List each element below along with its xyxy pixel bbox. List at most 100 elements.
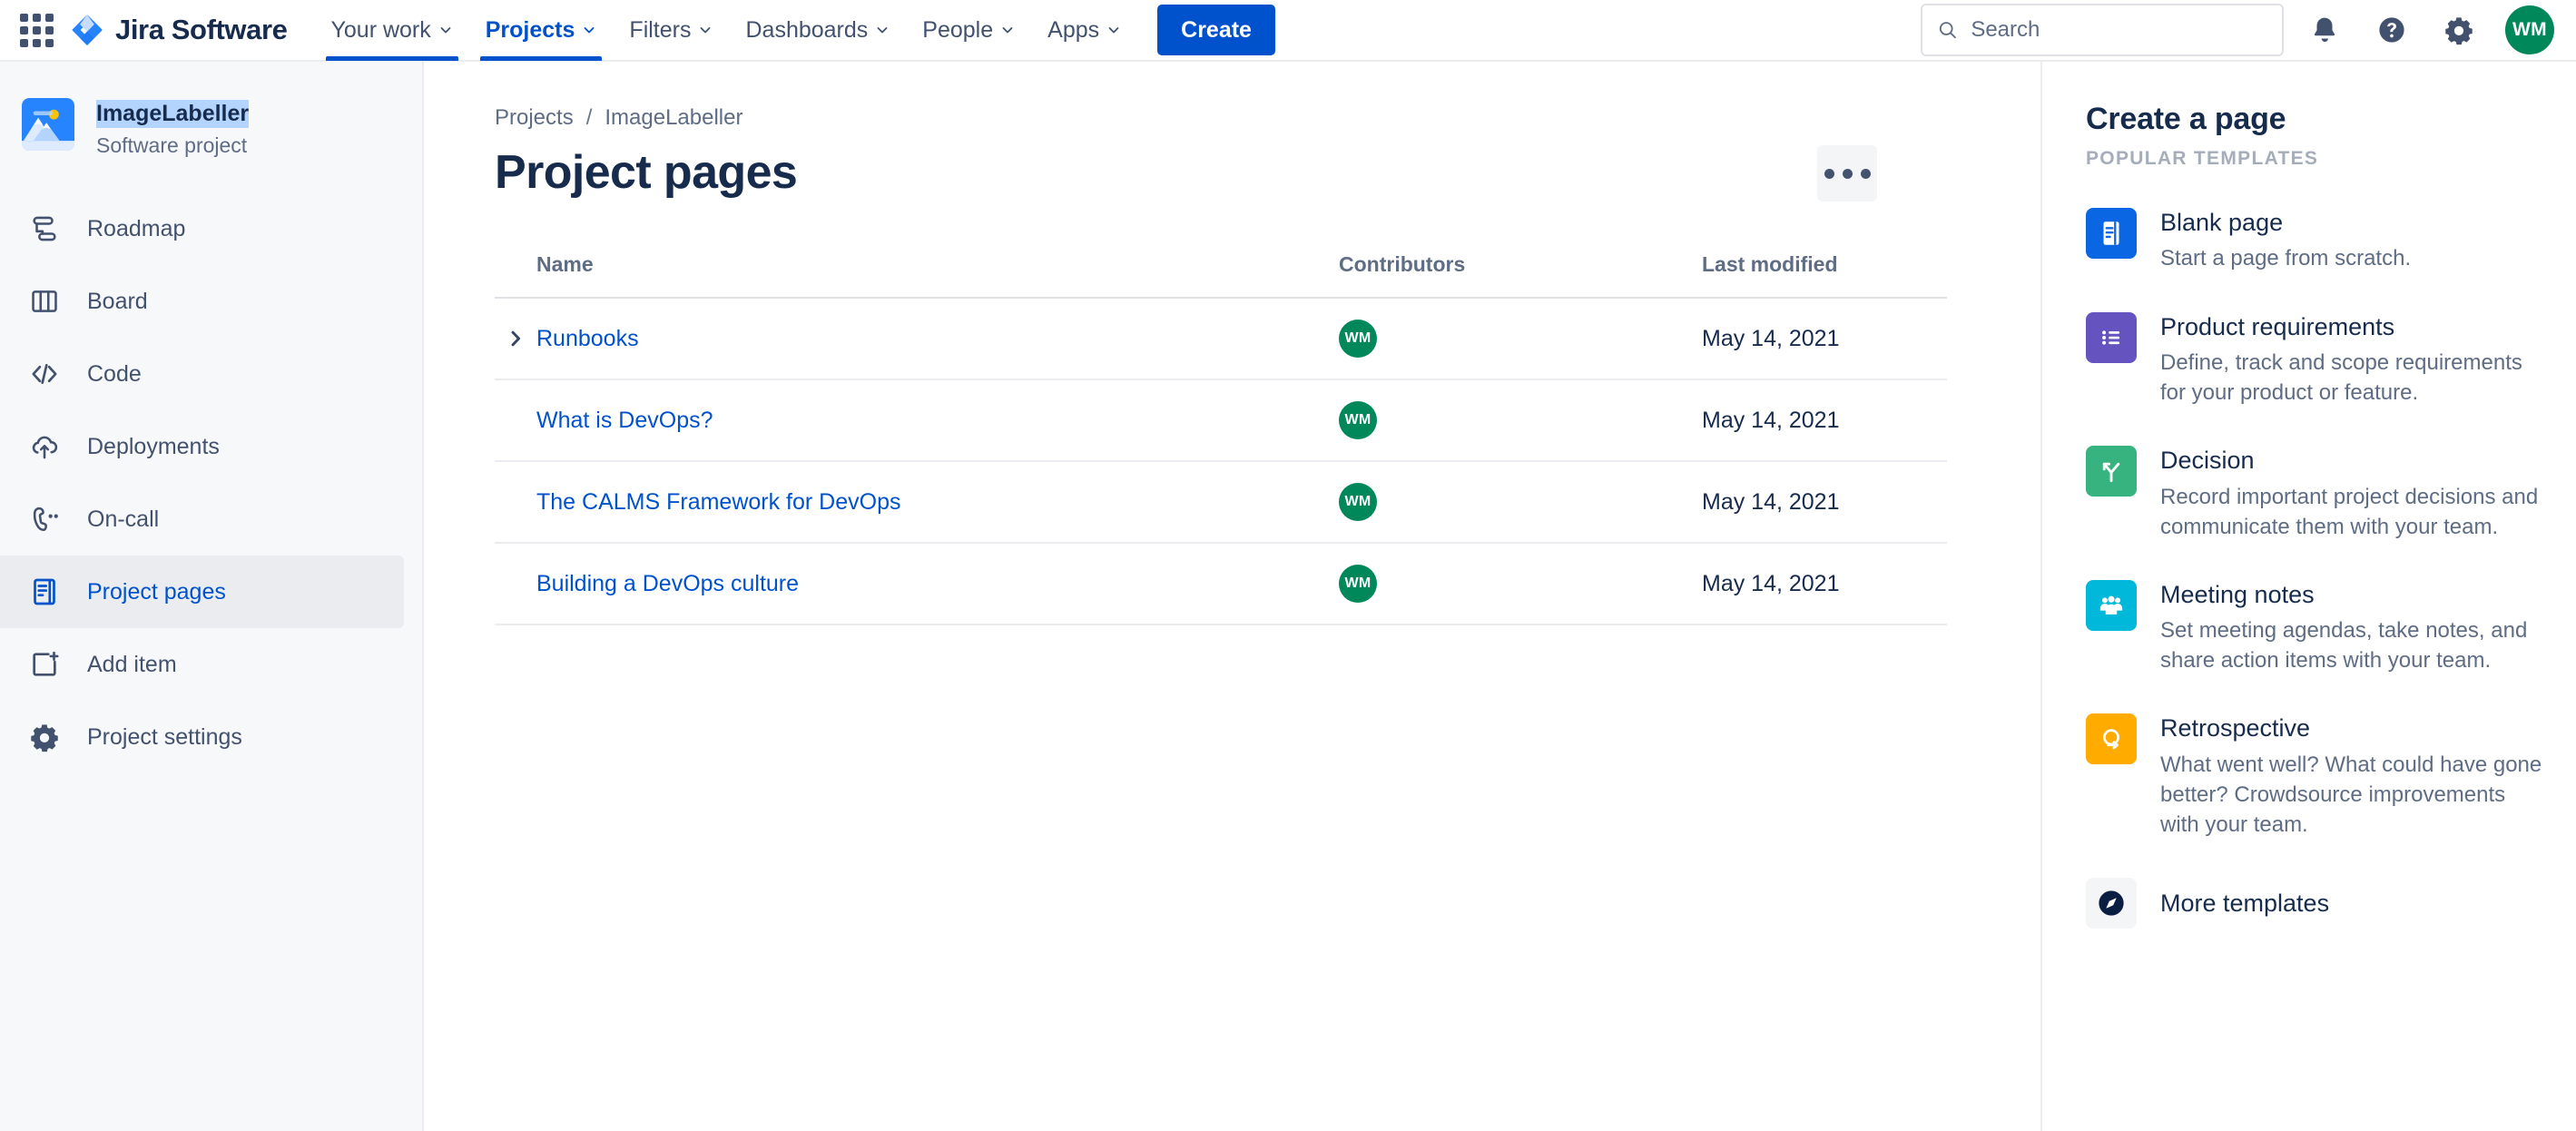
breadcrumb-project[interactable]: ImageLabeller	[605, 105, 742, 131]
nav-item-label: Projects	[485, 16, 575, 43]
template-name: Retrospective	[2160, 714, 2311, 743]
nav-item-label: Apps	[1047, 16, 1100, 43]
template-name: Meeting notes	[2160, 580, 2315, 608]
phone-oncall-icon	[27, 502, 62, 536]
template-retrospective[interactable]: Retrospective What went well? What could…	[2086, 713, 2543, 840]
project-header[interactable]: ImageLabeller Software project	[0, 85, 422, 160]
table-row[interactable]: Runbooks WM May 14, 2021	[495, 299, 1947, 380]
sidebar-item-roadmap[interactable]: Roadmap	[0, 192, 404, 265]
gear-icon	[2445, 17, 2473, 45]
column-header-last-modified: Last modified	[1702, 252, 1838, 276]
cell-last-modified: May 14, 2021	[1702, 325, 1840, 351]
sidebar-item-label: Project settings	[87, 723, 242, 750]
table-row[interactable]: What is DevOps? WM May 14, 2021	[495, 380, 1947, 462]
nav-item-label: Your work	[330, 16, 431, 43]
compass-icon	[2086, 878, 2137, 929]
sidebar-item-add-item[interactable]: Add item	[0, 628, 404, 701]
cell-name: What is DevOps?	[495, 408, 1339, 432]
help-circle-icon	[2379, 17, 2404, 43]
project-pages-table: Name Contributors Last modified Runbooks…	[495, 252, 1947, 625]
retrospective-loop-icon	[2086, 713, 2137, 765]
jira-software-app: Jira Software Your work Projects Filters…	[0, 0, 2576, 1131]
template-name: Decision	[2160, 447, 2255, 475]
chevron-right-icon[interactable]	[506, 329, 526, 349]
cell-contributors: WM	[1339, 401, 1702, 439]
template-description: Define, track and scope requirements for…	[2160, 349, 2522, 405]
user-avatar[interactable]: WM	[2505, 5, 2554, 54]
avatar[interactable]: WM	[1339, 401, 1377, 439]
nav-item-your-work[interactable]: Your work	[315, 0, 469, 61]
sidebar-item-label: Add item	[87, 651, 177, 677]
main-content: Projects / ImageLabeller Project pages N…	[424, 62, 2040, 1131]
nav-item-label: Dashboards	[745, 16, 869, 43]
breadcrumb: Projects / ImageLabeller	[495, 105, 1977, 131]
column-header-contributors: Contributors	[1339, 252, 1466, 276]
notifications-button[interactable]	[2298, 4, 2351, 56]
jira-software-home-link[interactable]: Jira Software	[71, 14, 288, 46]
sidebar-nav-list: Roadmap Board Code Deployments On-call P…	[0, 192, 422, 773]
settings-button[interactable]	[2433, 4, 2485, 56]
add-item-icon	[27, 647, 62, 682]
nav-item-people[interactable]: People	[906, 0, 1031, 61]
breadcrumb-projects[interactable]: Projects	[495, 105, 574, 131]
more-templates-button[interactable]: More templates	[2086, 878, 2543, 929]
code-brackets-icon	[27, 357, 62, 391]
bell-icon	[2314, 17, 2335, 43]
page-link[interactable]: The CALMS Framework for DevOps	[536, 490, 901, 514]
sidebar-item-board[interactable]: Board	[0, 265, 404, 338]
avatar[interactable]: WM	[1339, 565, 1377, 603]
template-description: Set meeting agendas, take notes, and sha…	[2160, 618, 2528, 674]
blank-page-icon	[2086, 208, 2137, 259]
nav-item-projects[interactable]: Projects	[469, 0, 614, 61]
sidebar-item-on-call[interactable]: On-call	[0, 483, 404, 556]
sidebar-item-project-settings[interactable]: Project settings	[0, 701, 404, 773]
table-row[interactable]: Building a DevOps culture WM May 14, 202…	[495, 544, 1947, 625]
avatar[interactable]: WM	[1339, 320, 1377, 358]
template-text: Decision Record important project decisi…	[2160, 446, 2543, 542]
search-input[interactable]	[1971, 17, 2267, 43]
template-list: Blank page Start a page from scratch. Pr…	[2086, 208, 2543, 929]
page-document-icon	[27, 575, 62, 609]
template-product-requirements[interactable]: Product requirements Define, track and s…	[2086, 311, 2543, 408]
template-name: Blank page	[2160, 209, 2284, 236]
app-switcher-button[interactable]	[13, 6, 60, 54]
template-text: Retrospective What went well? What could…	[2160, 713, 2543, 840]
gear-icon	[27, 720, 62, 754]
sidebar-item-project-pages[interactable]: Project pages	[0, 556, 404, 629]
create-button[interactable]: Create	[1157, 5, 1275, 55]
template-meeting-notes[interactable]: Meeting notes Set meeting agendas, take …	[2086, 579, 2543, 676]
sidebar-item-code[interactable]: Code	[0, 338, 404, 410]
people-group-icon	[2086, 579, 2137, 631]
fork-arrow-icon	[2086, 446, 2137, 497]
project-sidebar: ImageLabeller Software project Roadmap B…	[0, 62, 424, 1131]
sidebar-item-label: Deployments	[87, 433, 220, 459]
apps-grid-icon	[19, 13, 54, 47]
sidebar-item-label: Code	[87, 360, 142, 387]
product-name-label: Jira Software	[115, 14, 288, 45]
global-navigation-bar: Jira Software Your work Projects Filters…	[0, 0, 2576, 62]
more-actions-button[interactable]	[1817, 145, 1877, 202]
more-horizontal-icon	[1824, 168, 1834, 179]
page-link[interactable]: Runbooks	[536, 327, 639, 350]
column-header-name: Name	[536, 252, 594, 276]
help-button[interactable]	[2365, 4, 2418, 56]
page-link[interactable]: What is DevOps?	[536, 408, 713, 432]
search-icon	[1939, 22, 1956, 39]
template-blank-page[interactable]: Blank page Start a page from scratch.	[2086, 208, 2543, 274]
sidebar-item-label: Roadmap	[87, 215, 186, 241]
sidebar-item-label: Board	[87, 288, 148, 314]
template-name: Product requirements	[2160, 312, 2395, 340]
sidebar-item-deployments[interactable]: Deployments	[0, 410, 404, 483]
nav-item-apps[interactable]: Apps	[1031, 0, 1137, 61]
template-decision[interactable]: Decision Record important project decisi…	[2086, 446, 2543, 542]
nav-item-dashboards[interactable]: Dashboards	[729, 0, 906, 61]
page-title: Project pages	[495, 146, 798, 200]
avatar[interactable]: WM	[1339, 483, 1377, 521]
more-horizontal-icon	[1842, 168, 1853, 179]
global-search[interactable]	[1921, 4, 2284, 56]
page-link[interactable]: Building a DevOps culture	[536, 572, 799, 595]
template-text: Meeting notes Set meeting agendas, take …	[2160, 580, 2543, 676]
cell-name: Runbooks	[495, 327, 1339, 350]
table-row[interactable]: The CALMS Framework for DevOps WM May 14…	[495, 462, 1947, 544]
nav-item-filters[interactable]: Filters	[613, 0, 729, 61]
